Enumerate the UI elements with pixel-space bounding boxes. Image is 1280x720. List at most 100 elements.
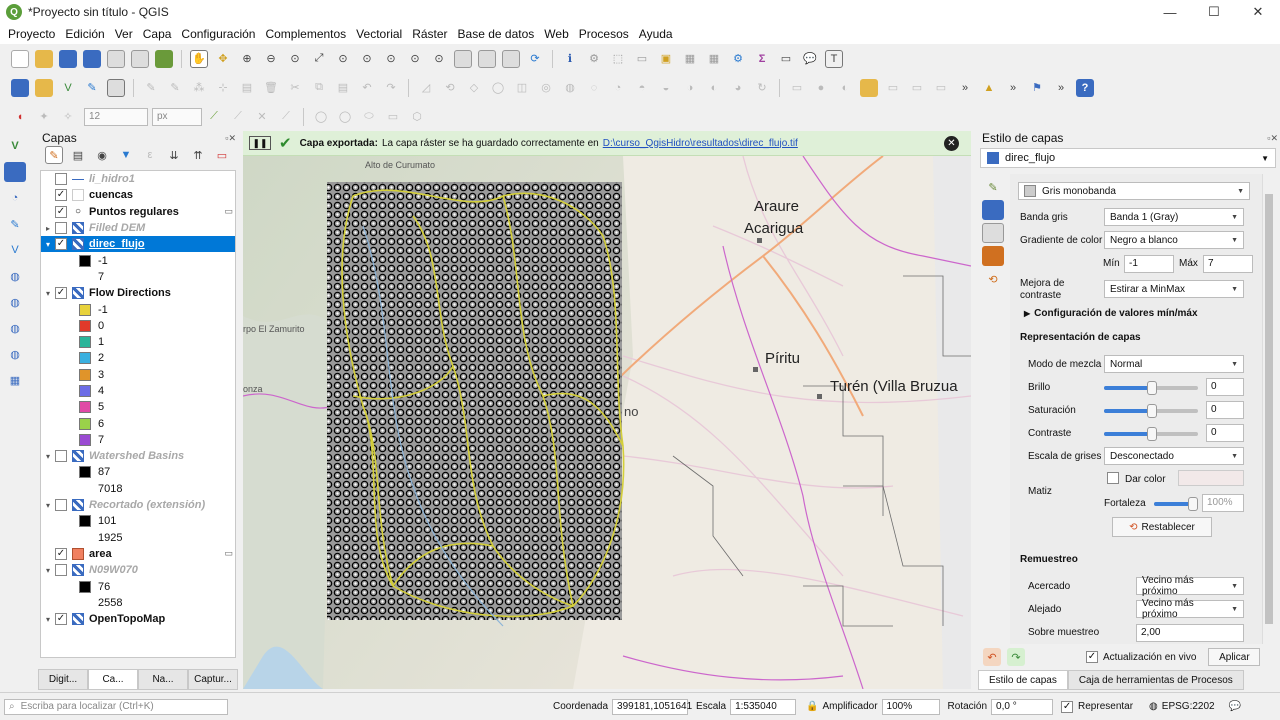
map-tips-icon[interactable]: 💬	[801, 50, 819, 68]
render-type-select[interactable]: Gris monobanda ▼	[1018, 182, 1250, 200]
georeferencer-icon[interactable]: ▲	[980, 79, 998, 97]
tint-color-swatch[interactable]	[1178, 470, 1244, 486]
scale-input[interactable]: 1:535040	[730, 698, 797, 715]
vertex-tool-icon[interactable]: ⊹	[214, 79, 232, 97]
transparency-tab-icon[interactable]	[982, 200, 1004, 220]
panel-close-icon[interactable]: ▫✕	[225, 133, 236, 144]
delete-ring-icon[interactable]: ◍	[561, 79, 579, 97]
text-annotation-icon[interactable]: T	[825, 49, 843, 68]
legend-item[interactable]: 0	[41, 318, 235, 334]
expand-arrow-icon[interactable]: ▾	[41, 452, 55, 461]
legend-item[interactable]: 1925	[41, 530, 235, 546]
magnet-icon[interactable]: ◖	[11, 108, 29, 126]
layer-item[interactable]: ▾ ✓ direc_flujo	[41, 236, 235, 253]
legend-item[interactable]: 7	[41, 269, 235, 285]
layer-item[interactable]: ▾ ✓ OpenTopoMap	[41, 611, 235, 627]
crs-icon[interactable]: ◍	[1149, 701, 1158, 712]
banda-select[interactable]: Banda 1 (Gray) ▼	[1104, 208, 1244, 226]
layer-item[interactable]: ▾ Watershed Basins	[41, 448, 235, 464]
zoom-out-icon[interactable]: ⊖	[262, 50, 280, 68]
styling-scrollbar[interactable]	[1262, 174, 1274, 644]
pan-to-selection-icon[interactable]: ✥	[214, 50, 232, 68]
layer-item[interactable]: li_hidro1	[41, 171, 235, 187]
expand-arrow-icon[interactable]: ▾	[41, 566, 55, 575]
add-wfs-icon[interactable]: ◍	[4, 318, 26, 338]
select-by-value-icon[interactable]: ▭	[633, 50, 651, 68]
shape-digitize-icon[interactable]: ◯	[312, 108, 330, 126]
layer-item[interactable]: ✓ ○ Puntos regulares ▭	[41, 204, 235, 220]
tab-estilo-capas[interactable]: Estilo de capas	[978, 670, 1068, 690]
expand-arrow-icon[interactable]: ▾	[41, 289, 55, 298]
layer-item[interactable]: ▾ N09W070	[41, 562, 235, 578]
legend-item[interactable]: 1	[41, 334, 235, 350]
visibility-checkbox[interactable]: ✓	[55, 287, 67, 300]
edit-pencil-icon[interactable]: ✎	[142, 79, 160, 97]
ellipse-icon[interactable]: ⬭	[360, 108, 378, 126]
crs-label[interactable]: EPSG:2202	[1162, 701, 1215, 712]
acercado-select[interactable]: Vecino más próximo ▼	[1136, 575, 1244, 597]
add-vector-icon[interactable]: V	[59, 79, 77, 97]
print-layout-icon[interactable]	[107, 49, 125, 68]
min-input[interactable]: -1	[1124, 255, 1174, 273]
visibility-checkbox[interactable]: ✓	[55, 547, 67, 560]
bookmark-icon[interactable]	[502, 49, 520, 68]
add-mesh-icon[interactable]: ◔	[4, 188, 26, 208]
legend-item[interactable]: 101	[41, 513, 235, 529]
unit-select[interactable]: px	[152, 107, 202, 126]
rotate-label-icon[interactable]: ▭	[908, 79, 926, 97]
reshape-icon[interactable]: ◔	[609, 79, 627, 97]
menu-vectorial[interactable]: Vectorial	[351, 27, 407, 41]
avoid-overlap-icon[interactable]: ✕	[253, 108, 271, 126]
render-checkbox[interactable]: ✓	[1061, 700, 1074, 713]
undo-icon[interactable]: ↶	[358, 79, 376, 97]
visibility-checkbox[interactable]: ✓	[55, 189, 67, 202]
delete-part-icon[interactable]: ◌	[585, 79, 603, 97]
tab-navigate[interactable]: Na...	[138, 669, 188, 690]
history-tab-icon[interactable]: ⟲	[982, 269, 1004, 289]
refresh-icon[interactable]: ⟳	[526, 50, 544, 68]
menu-ver[interactable]: Ver	[110, 27, 138, 41]
zoom-native-icon[interactable]: ⊙	[382, 50, 400, 68]
map-canvas[interactable]: Alto de Curumato Araure Acarigua Píritu …	[243, 156, 971, 689]
zoom-rubberband-icon[interactable]: ⊙	[286, 50, 304, 68]
help-icon[interactable]: ?	[1076, 78, 1094, 97]
simplify-icon[interactable]: ◇	[465, 79, 483, 97]
max-input[interactable]: 7	[1203, 255, 1253, 273]
tolerance-input[interactable]: 12	[84, 107, 148, 126]
open-project-icon[interactable]	[35, 49, 53, 68]
editing-indicator-icon[interactable]: ▭	[224, 548, 233, 559]
zoom-in-icon[interactable]: ⊕	[238, 50, 256, 68]
layer-item[interactable]: ✓ cuencas	[41, 187, 235, 203]
add-virtual-layer-icon[interactable]: ▦	[4, 370, 26, 390]
fortaleza-input[interactable]: 100%	[1202, 494, 1244, 512]
style-manager-icon[interactable]	[155, 49, 173, 68]
label-diagram-icon[interactable]	[860, 78, 878, 97]
digitize-icon[interactable]: ✎	[83, 79, 101, 97]
polygon-icon[interactable]: ⬡	[408, 108, 426, 126]
maximize-button[interactable]: ☐	[1192, 0, 1236, 24]
more-tools-2-icon[interactable]: »	[1004, 79, 1022, 97]
legend-item[interactable]: 6	[41, 415, 235, 431]
redo-icon[interactable]: ↷	[382, 79, 400, 97]
expand-arrow-icon[interactable]: ▾	[41, 615, 55, 624]
brillo-input[interactable]: 0	[1206, 378, 1244, 396]
tab-caja-herramientas[interactable]: Caja de herramientas de Procesos	[1067, 670, 1244, 690]
redo-style-icon[interactable]: ↷	[1007, 648, 1025, 666]
zoom-full-icon[interactable]: ⤢	[310, 50, 328, 68]
editing-indicator-icon[interactable]: ▭	[224, 206, 233, 217]
dar-color-checkbox[interactable]	[1107, 472, 1119, 484]
measure-icon[interactable]: ▭	[777, 50, 795, 68]
lock-icon[interactable]: 🔒	[806, 701, 818, 712]
add-postgis-icon[interactable]: ◍	[4, 266, 26, 286]
mejora-select[interactable]: Estirar a MinMax ▼	[1104, 280, 1244, 298]
add-group-icon[interactable]: ▤	[69, 146, 87, 164]
styled-layer-select[interactable]: direc_flujo ▼	[980, 148, 1276, 168]
visibility-checkbox[interactable]	[55, 173, 67, 186]
legend-item[interactable]: 7018	[41, 481, 235, 497]
add-data-source-icon[interactable]	[11, 78, 29, 97]
legend-item[interactable]: 3	[41, 367, 235, 383]
cut-icon[interactable]: ✂	[286, 79, 304, 97]
add-ring-icon[interactable]: ◯	[489, 79, 507, 97]
live-update-checkbox[interactable]: ✓	[1086, 651, 1098, 663]
visibility-checkbox[interactable]: ✓	[55, 238, 67, 251]
